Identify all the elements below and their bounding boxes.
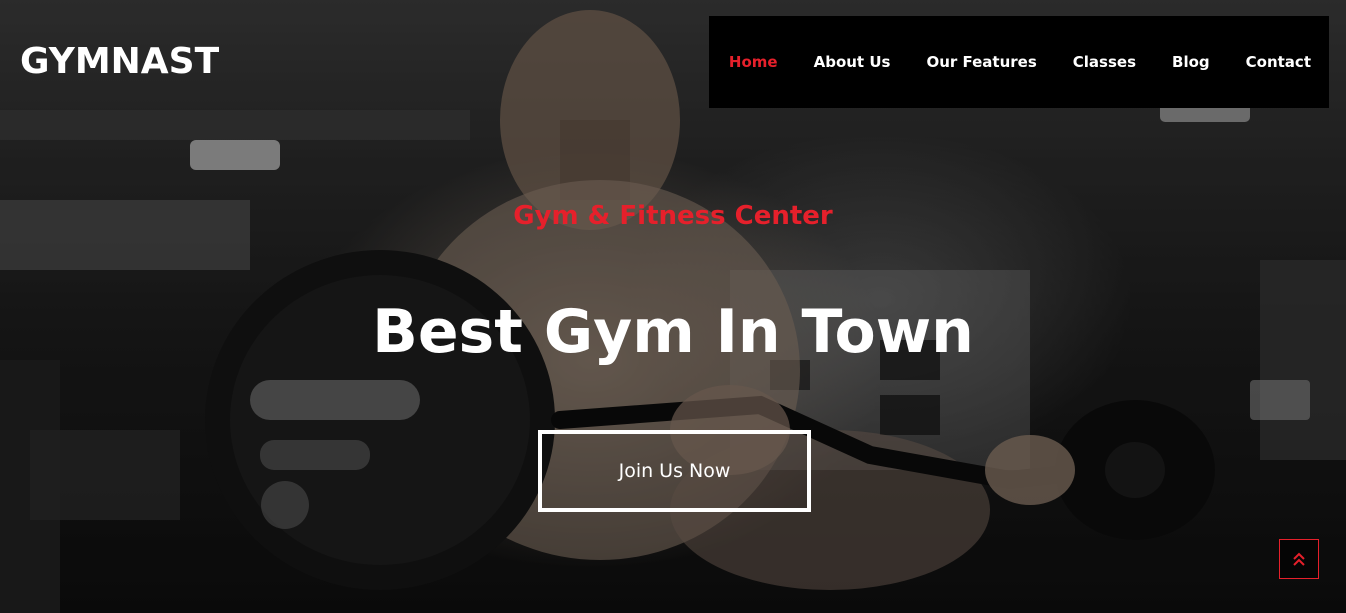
nav-item-classes[interactable]: Classes — [1073, 53, 1136, 71]
double-chevron-up-icon — [1292, 551, 1306, 567]
hero-headline: Best Gym In Town — [372, 297, 974, 367]
nav-item-contact[interactable]: Contact — [1246, 53, 1311, 71]
site-logo[interactable]: GYMNAST — [20, 40, 219, 84]
nav-item-blog[interactable]: Blog — [1172, 53, 1210, 71]
nav-item-home[interactable]: Home — [729, 53, 778, 71]
hero-section: GYMNAST Home About Us Our Features Class… — [0, 0, 1346, 613]
join-us-now-button[interactable]: Join Us Now — [538, 430, 811, 512]
main-navigation: Home About Us Our Features Classes Blog … — [709, 16, 1329, 108]
nav-item-our-features[interactable]: Our Features — [926, 53, 1036, 71]
scroll-to-top-button[interactable] — [1279, 539, 1319, 579]
nav-item-about-us[interactable]: About Us — [814, 53, 891, 71]
hero-subtitle: Gym & Fitness Center — [513, 201, 833, 231]
